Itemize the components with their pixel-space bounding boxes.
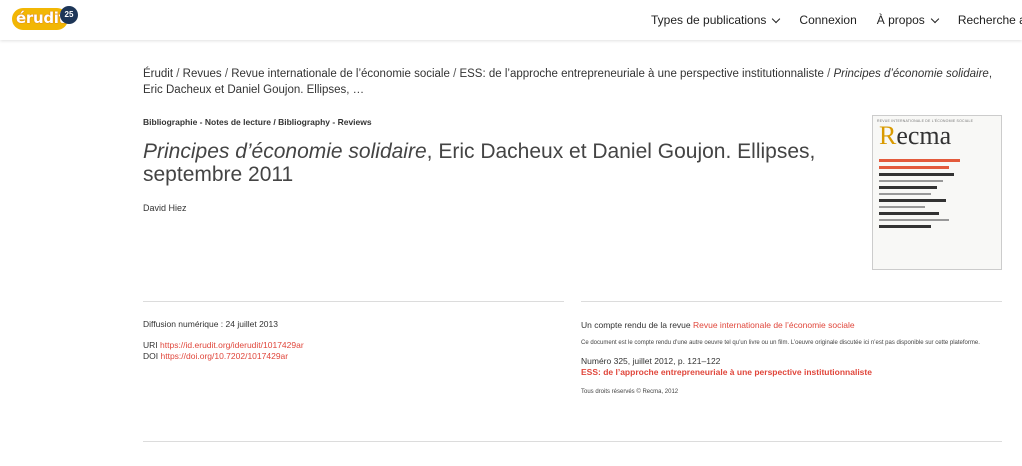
main-nav: Types de publications Connexion À propos… [651,13,1022,27]
cover-journal-name: Recma [879,121,952,150]
divider-left [143,301,564,302]
uri-link[interactable]: https://id.erudit.org/iderudit/1017429ar [160,340,304,350]
nav-label: Connexion [799,13,857,27]
nav-a-propos[interactable]: À propos [876,13,940,27]
copyright-notice: Tous droits réservés © Recma, 2012 [581,389,679,395]
journal-link[interactable]: Revue internationale de l’économie socia… [693,320,855,330]
uri-row: URI https://id.erudit.org/iderudit/10174… [143,340,304,351]
breadcrumb: Érudit / Revues / Revue internationale d… [143,68,993,96]
doi-label: DOI [143,351,159,361]
breadcrumb-link-revues[interactable]: Revues [183,68,222,80]
breadcrumb-link-issue[interactable]: ESS: de l’approche entrepreneuriale à un… [459,68,823,80]
nav-label: Types de publications [651,13,767,27]
issue-number: Numéro 325, juillet 2012, p. 121–122 [581,356,721,366]
article-title: Principes d’économie solidaire, Eric Dac… [143,140,863,186]
issue-title-link[interactable]: ESS: de l’approche entrepreneuriale à un… [581,367,1001,377]
review-source-heading: Un compte rendu de la revue Revue intern… [581,320,855,330]
chevron-down-icon [930,14,940,23]
breadcrumb-current-italic: Principes d’économie solidaire [833,68,989,80]
breadcrumb-link-erudit[interactable]: Érudit [143,68,173,80]
breadcrumb-link-journal[interactable]: Revue internationale de l’économie socia… [231,68,450,80]
doi-row: DOI https://doi.org/10.7202/1017429ar [143,351,304,362]
nav-label: Recherche avancée [957,13,1022,27]
journal-cover-image[interactable]: REVUE INTERNATIONALE DE L'ÉCONOMIE SOCIA… [872,115,1002,270]
nav-types-de-publications[interactable]: Types de publications [651,13,781,27]
nav-recherche-avancee[interactable]: Recherche avancée [958,13,1022,27]
doi-link[interactable]: https://doi.org/10.7202/1017429ar [161,351,289,361]
author-name[interactable]: David Hiez [143,203,187,213]
nav-label: À propos [876,13,925,27]
publication-metadata: Diffusion numérique : 24 juillet 2013 UR… [143,319,304,362]
review-note: Ce document est le compte rendu d’une au… [581,340,980,346]
top-navigation-bar: érudit 25 Types de publications Connexio… [0,0,1022,40]
nav-connexion[interactable]: Connexion [799,13,856,27]
cover-contents-lines [873,151,1001,236]
diffusion-date: Diffusion numérique : 24 juillet 2013 [143,319,278,329]
review-source-info: Un compte rendu de la revue Revue intern… [581,320,1001,395]
erudit-logo[interactable]: érudit 25 [12,6,78,30]
chevron-down-icon [772,14,781,23]
logo-anniversary-badge: 25 [60,6,78,24]
divider-bottom [143,441,1002,442]
logo-text: érudit [16,9,66,27]
divider-right [581,301,1002,302]
uri-label: URI [143,340,158,350]
article-title-italic: Principes d’économie solidaire [143,140,427,163]
section-label: Bibliographie - Notes de lecture / Bibli… [143,117,372,127]
